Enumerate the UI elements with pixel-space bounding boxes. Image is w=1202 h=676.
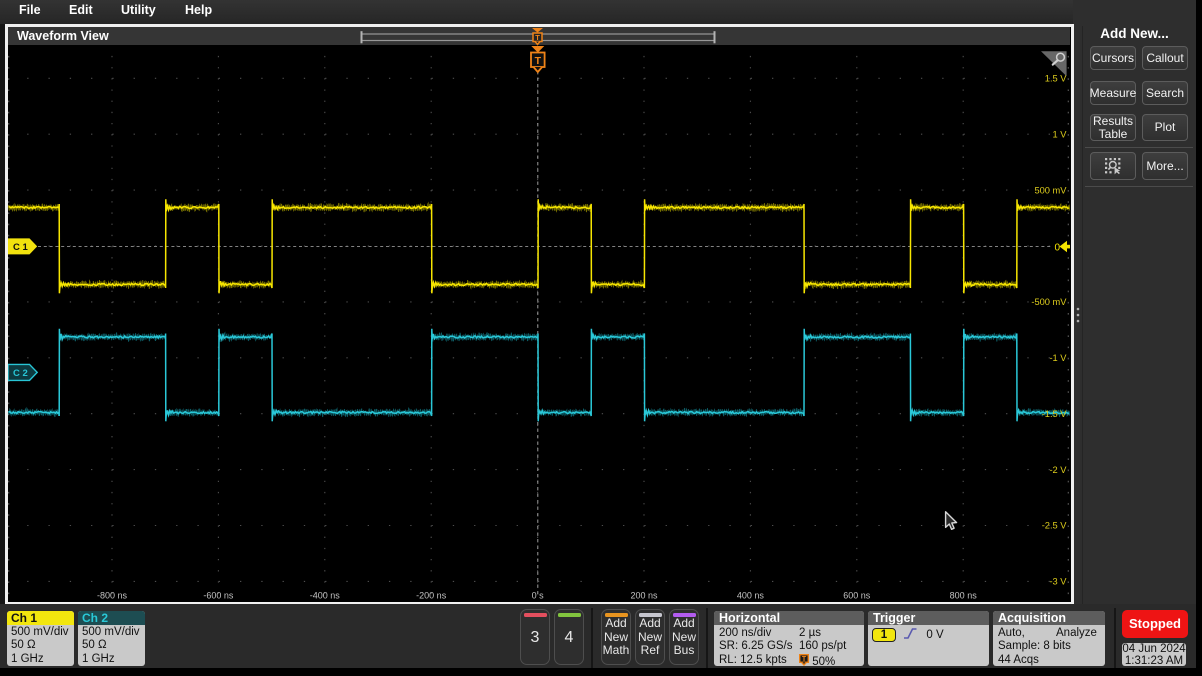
svg-text:-2 V: -2 V bbox=[1049, 465, 1067, 475]
svg-text:T: T bbox=[802, 656, 807, 663]
svg-text:-2.5 V: -2.5 V bbox=[1042, 521, 1068, 531]
svg-text:500 mV: 500 mV bbox=[1034, 185, 1067, 195]
svg-text:1 V: 1 V bbox=[1053, 129, 1068, 139]
svg-text:0 s: 0 s bbox=[532, 591, 545, 601]
svg-text:T: T bbox=[535, 33, 540, 42]
svg-text:-3 V: -3 V bbox=[1049, 577, 1067, 587]
svg-text:800 ns: 800 ns bbox=[950, 591, 978, 601]
svg-text:0: 0 bbox=[1054, 242, 1060, 253]
svg-text:200 ns: 200 ns bbox=[630, 591, 658, 601]
svg-text:-200 ns: -200 ns bbox=[416, 591, 447, 601]
svg-text:-800 ns: -800 ns bbox=[97, 591, 128, 601]
svg-text:400 ns: 400 ns bbox=[737, 591, 765, 601]
svg-text:C 2: C 2 bbox=[13, 368, 28, 379]
svg-text:-1 V: -1 V bbox=[1049, 353, 1067, 363]
svg-text:-400 ns: -400 ns bbox=[310, 591, 341, 601]
svg-text:-1.5 V: -1.5 V bbox=[1042, 409, 1068, 419]
svg-text:-600 ns: -600 ns bbox=[203, 591, 234, 601]
svg-text:1.5 V: 1.5 V bbox=[1045, 74, 1068, 84]
svg-text:C 1: C 1 bbox=[13, 242, 29, 253]
svg-text:-500 mV: -500 mV bbox=[1031, 297, 1067, 307]
svg-text:T: T bbox=[535, 55, 542, 67]
svg-text:600 ns: 600 ns bbox=[843, 591, 871, 601]
